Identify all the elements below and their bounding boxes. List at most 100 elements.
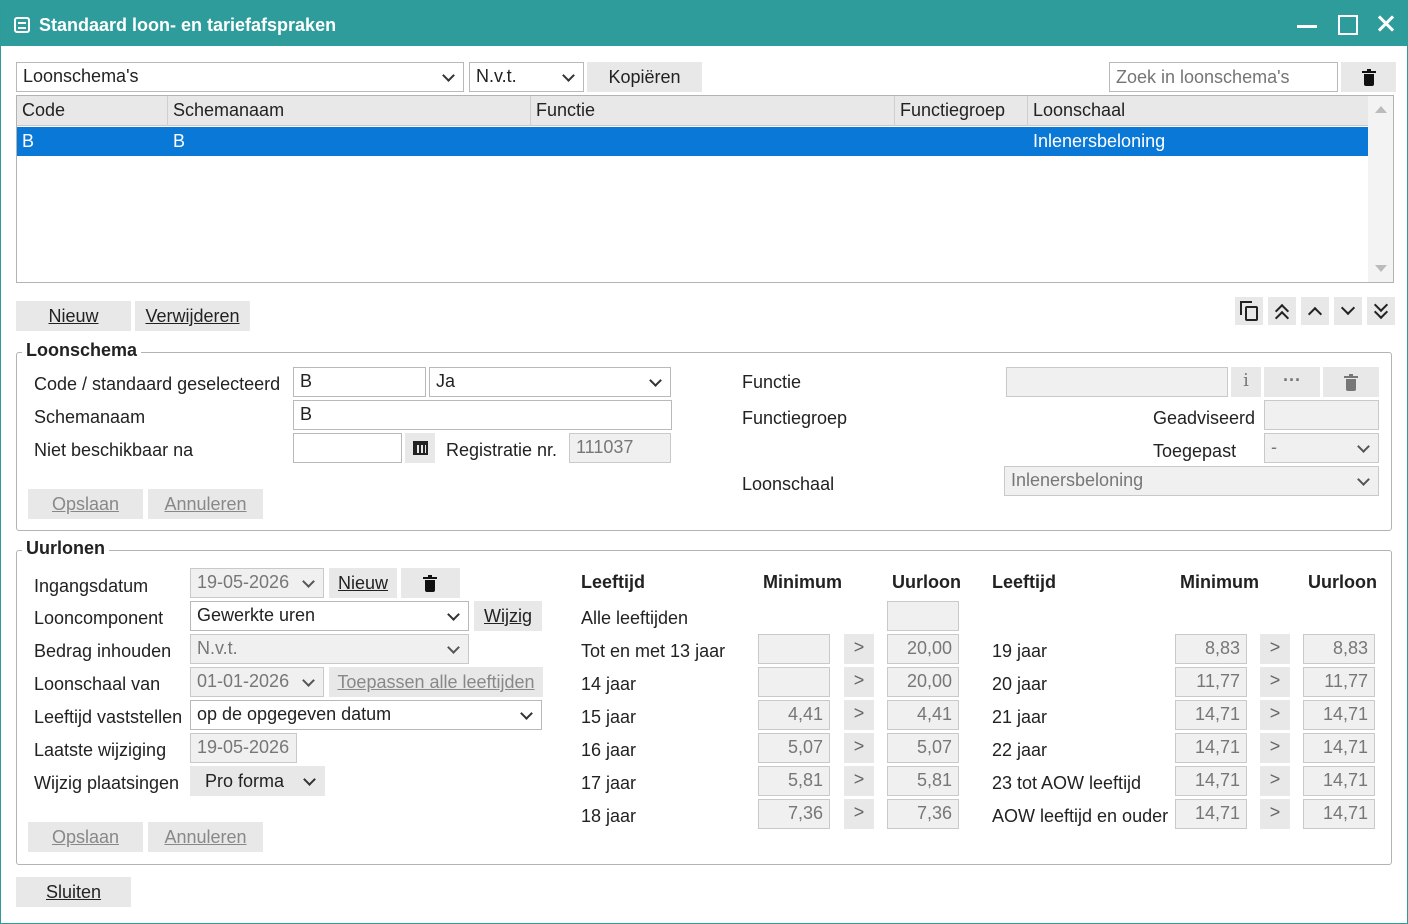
registration-field: 111037 <box>569 433 671 463</box>
left-copy-min-button[interactable]: > <box>844 766 874 796</box>
title-bar[interactable]: Standaard loon- en tariefafspraken <box>1 1 1407 46</box>
column-header-code[interactable]: Code <box>17 96 168 126</box>
right-wage-field[interactable]: 14,71 <box>1303 733 1375 763</box>
left-copy-min-button[interactable]: > <box>844 799 874 829</box>
left-copy-min-button[interactable]: > <box>844 667 874 697</box>
rates-cancel-button[interactable]: Annuleren <box>148 822 263 852</box>
left-copy-min-button[interactable]: > <box>844 700 874 730</box>
left-wage-field[interactable]: 5,07 <box>887 733 959 763</box>
loonschema-cancel-button[interactable]: Annuleren <box>148 489 263 519</box>
right-age-header: Leeftijd <box>992 572 1057 592</box>
left-wage-field[interactable]: 20,00 <box>887 667 959 697</box>
column-header-loonschaal[interactable]: Loonschaal <box>1028 96 1368 126</box>
right-wage-field[interactable]: 11,77 <box>1303 667 1375 697</box>
scroll-up-icon[interactable] <box>1375 106 1387 113</box>
close-icon[interactable] <box>1374 11 1400 37</box>
code-field[interactable]: B <box>293 367 426 397</box>
right-min-field: 14,71 <box>1175 799 1247 829</box>
last-change-label: Laatste wijziging <box>34 740 167 760</box>
right-copy-min-button[interactable]: > <box>1260 766 1290 796</box>
right-copy-min-button[interactable]: > <box>1260 700 1290 730</box>
left-age-label: Tot en met 13 jaar <box>581 641 726 661</box>
left-wage-field[interactable]: 4,41 <box>887 700 959 730</box>
column-header-schemanaam[interactable]: Schemanaam <box>168 96 531 126</box>
left-min-field <box>758 667 830 697</box>
date-picker-button[interactable] <box>405 433 435 463</box>
save-label: Opslaan <box>51 494 120 514</box>
close-label: Sluiten <box>45 882 102 902</box>
left-wage-field[interactable]: 20,00 <box>887 634 959 664</box>
table-row[interactable]: B B Inlenersbeloning <box>17 127 1368 156</box>
left-age-label: 17 jaar <box>581 773 637 793</box>
new-rate-button[interactable]: Nieuw <box>329 568 397 598</box>
start-date-select[interactable]: 19-05-2026 <box>190 568 324 598</box>
right-wage-field[interactable]: 14,71 <box>1303 700 1375 730</box>
right-wage-field[interactable]: 14,71 <box>1303 766 1375 796</box>
info-icon: i <box>1243 370 1249 391</box>
minimize-icon[interactable] <box>1294 11 1320 37</box>
move-up-button[interactable] <box>1301 297 1329 325</box>
scale-from-value: 01-01-2026 <box>197 671 290 691</box>
move-top-button[interactable] <box>1268 297 1296 326</box>
duplicate-button[interactable] <box>1235 297 1263 325</box>
nvt-select[interactable]: N.v.t. <box>469 62 584 92</box>
all-ages-wage-field[interactable] <box>887 601 959 631</box>
left-copy-min-button[interactable]: > <box>844 733 874 763</box>
schemanaam-field[interactable]: B <box>293 400 672 430</box>
rates-save-button[interactable]: Opslaan <box>28 822 143 852</box>
delete-row-label: Verwijderen <box>145 306 240 326</box>
scale-from-select[interactable]: 01-01-2026 <box>190 667 324 697</box>
close-button[interactable]: Sluiten <box>16 877 131 907</box>
clear-function-button[interactable] <box>1323 367 1379 397</box>
select-function-button[interactable]: ··· <box>1264 367 1320 397</box>
right-wage-field[interactable]: 14,71 <box>1303 799 1375 829</box>
delete-rate-button[interactable] <box>401 568 460 598</box>
app-icon <box>14 17 30 33</box>
copy-button[interactable]: Kopiëren <box>587 62 702 92</box>
change-label: Wijzig <box>484 606 532 626</box>
right-copy-min-button[interactable]: > <box>1260 634 1290 664</box>
delete-schema-button[interactable] <box>1341 62 1396 92</box>
unavailable-date-field[interactable] <box>293 433 402 463</box>
withhold-select[interactable]: N.v.t. <box>190 634 469 664</box>
table-header: Code Schemanaam Functie Functiegroep Loo… <box>17 96 1368 126</box>
right-age-label: AOW leeftijd en ouder <box>992 806 1169 826</box>
left-wage-field[interactable]: 5,81 <box>887 766 959 796</box>
maximize-icon[interactable] <box>1335 11 1361 37</box>
move-down-button[interactable] <box>1334 297 1362 325</box>
placements-select[interactable]: Pro forma <box>190 766 325 796</box>
chevron-down-icon <box>562 69 575 82</box>
column-header-functie[interactable]: Functie <box>531 96 895 126</box>
right-copy-min-button[interactable]: > <box>1260 667 1290 697</box>
left-wage-field[interactable]: 7,36 <box>887 799 959 829</box>
search-input[interactable] <box>1110 63 1337 91</box>
new-schema-button[interactable]: Nieuw <box>16 301 131 331</box>
registration-label: Registratie nr. <box>446 440 558 460</box>
info-button[interactable]: i <box>1231 367 1261 397</box>
left-age-label: 15 jaar <box>581 707 637 727</box>
change-component-button[interactable]: Wijzig <box>474 601 542 631</box>
left-copy-min-button[interactable]: > <box>844 634 874 664</box>
right-copy-min-button[interactable]: > <box>1260 733 1290 763</box>
scale-select[interactable]: Inlenersbeloning <box>1004 466 1379 496</box>
search-field[interactable] <box>1109 62 1338 92</box>
component-select[interactable]: Gewerkte uren <box>190 601 469 631</box>
column-header-functiegroep[interactable]: Functiegroep <box>895 96 1028 126</box>
right-wage-field[interactable]: 8,83 <box>1303 634 1375 664</box>
left-min-field: 7,36 <box>758 799 830 829</box>
left-age-label: 14 jaar <box>581 674 637 694</box>
right-copy-min-button[interactable]: > <box>1260 799 1290 829</box>
apply-all-ages-button[interactable]: Toepassen alle leeftijden <box>329 667 543 697</box>
loonschema-save-button[interactable]: Opslaan <box>28 489 143 519</box>
vertical-scrollbar[interactable] <box>1368 96 1393 282</box>
chevron-down-icon <box>1340 300 1356 316</box>
schema-type-select[interactable]: Loonschema's <box>16 62 464 92</box>
age-determine-select[interactable]: op de opgegeven datum <box>190 700 542 730</box>
standard-select[interactable]: Ja <box>429 367 671 397</box>
applied-select[interactable]: - <box>1264 433 1379 463</box>
move-bottom-button[interactable] <box>1367 297 1395 325</box>
right-min-header: Minimum <box>1180 572 1259 592</box>
delete-row-button[interactable]: Verwijderen <box>135 301 250 331</box>
schema-table[interactable]: Code Schemanaam Functie Functiegroep Loo… <box>16 95 1394 283</box>
scroll-down-icon[interactable] <box>1375 265 1387 272</box>
